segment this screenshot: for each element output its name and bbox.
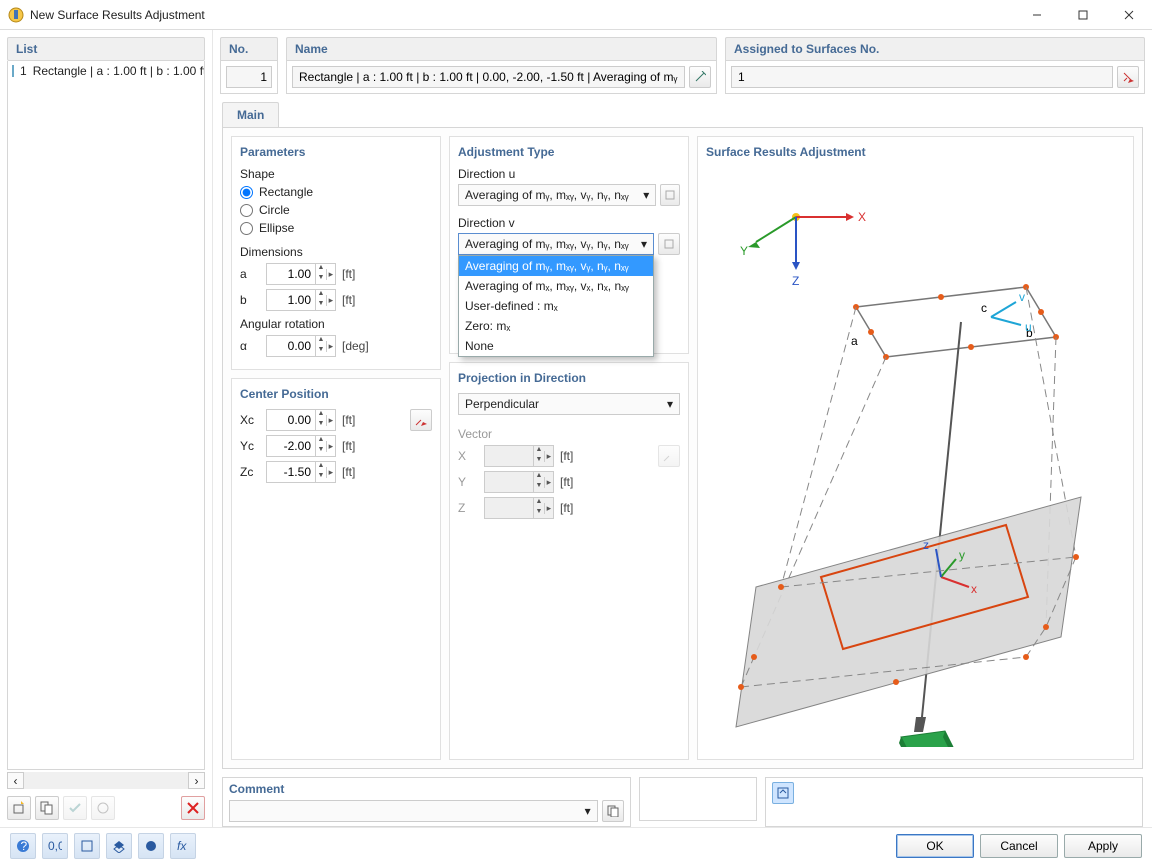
zc-input[interactable]: ▲▼▸ — [266, 461, 336, 483]
name-label: Name — [286, 37, 717, 61]
app-icon — [8, 7, 24, 23]
list-body[interactable]: 1 Rectangle | a : 1.00 ft | b : 1.00 ft — [7, 61, 205, 770]
preview-tools-box — [765, 777, 1143, 827]
svg-text:a: a — [851, 334, 858, 348]
assign-input[interactable] — [731, 66, 1113, 88]
svg-text:c: c — [981, 301, 987, 315]
cancel-button[interactable]: Cancel — [980, 834, 1058, 858]
svg-text:y: y — [959, 548, 965, 562]
projection-section: Projection in Direction Perpendicular▾ V… — [449, 362, 689, 760]
dirv-option[interactable]: None — [459, 336, 653, 356]
maximize-button[interactable] — [1060, 0, 1106, 30]
direction-v-select[interactable]: Averaging of mᵧ, mₓᵧ, vᵧ, nᵧ, nₓᵧ▾ — [458, 233, 654, 255]
svg-text:Z: Z — [792, 274, 799, 288]
fx-button[interactable]: fx — [170, 833, 196, 859]
list-hscroll[interactable]: ‹ › — [7, 772, 205, 789]
direction-v-edit-button[interactable] — [658, 233, 680, 255]
dirv-option[interactable]: Averaging of mᵧ, mₓᵧ, vᵧ, nᵧ, nₓᵧ — [459, 256, 653, 276]
list-item[interactable]: 1 Rectangle | a : 1.00 ft | b : 1.00 ft — [8, 61, 204, 81]
shape-circle-radio[interactable]: Circle — [240, 203, 432, 217]
parameters-section: Parameters Shape Rectangle Circle Ellips… — [231, 136, 441, 370]
pick-center-button[interactable] — [410, 409, 432, 431]
direction-u-edit-button[interactable] — [660, 184, 680, 206]
dirv-option[interactable]: Zero: mₓ — [459, 316, 653, 336]
help-button[interactable]: ? — [10, 833, 36, 859]
preview-section: Surface Results Adjustment X Y Z — [697, 136, 1134, 760]
list-item-swatch — [12, 65, 14, 77]
center-position-section: Center Position Xc ▲▼▸ [ft] Yc ▲▼▸ [ft] — [231, 378, 441, 760]
vec-x-input: ▲▼▸ — [484, 445, 554, 467]
preview-svg: X Y Z ab c u — [706, 167, 1106, 747]
svg-text:x: x — [971, 582, 977, 596]
svg-text:X: X — [858, 210, 866, 224]
titlebar: New Surface Results Adjustment — [0, 0, 1152, 30]
assign-label: Assigned to Surfaces No. — [725, 37, 1145, 61]
alpha-input[interactable]: ▲▼▸ — [266, 335, 336, 357]
direction-v-dropdown[interactable]: Averaging of mᵧ, mₓᵧ, vᵧ, nᵧ, nₓᵧ Averag… — [458, 255, 654, 357]
comment-section: Comment ▾ — [222, 777, 631, 827]
vec-y-input: ▲▼▸ — [484, 471, 554, 493]
scroll-right-button[interactable]: › — [188, 772, 205, 789]
dirv-option[interactable]: User-defined : mₓ — [459, 296, 653, 316]
comment-list-button[interactable] — [602, 800, 624, 822]
apply-button[interactable]: Apply — [1064, 834, 1142, 858]
copy-item-button[interactable] — [35, 796, 59, 820]
xc-input[interactable]: ▲▼▸ — [266, 409, 336, 431]
minimize-button[interactable] — [1014, 0, 1060, 30]
empty-box — [639, 777, 757, 821]
shape-ellipse-radio[interactable]: Ellipse — [240, 221, 432, 235]
vec-z-input: ▲▼▸ — [484, 497, 554, 519]
delete-button[interactable] — [181, 796, 205, 820]
render-button[interactable] — [138, 833, 164, 859]
projection-select[interactable]: Perpendicular▾ — [458, 393, 680, 415]
pick-surfaces-button[interactable] — [1117, 66, 1139, 88]
scroll-left-button[interactable]: ‹ — [7, 772, 24, 789]
tab-main[interactable]: Main — [222, 102, 279, 127]
adjustment-type-section: Adjustment Type Direction u Averaging of… — [449, 136, 689, 354]
name-input[interactable] — [292, 66, 685, 88]
svg-text:u: u — [1025, 320, 1032, 334]
comment-input[interactable]: ▾ — [229, 800, 598, 822]
direction-u-select[interactable]: Averaging of mᵧ, mₓᵧ, vᵧ, nᵧ, nₓᵧ▾ — [458, 184, 656, 206]
no-input[interactable] — [226, 66, 272, 88]
svg-text:v: v — [1019, 290, 1025, 304]
dim-a-input[interactable]: ▲▼▸ — [266, 263, 336, 285]
svg-text:?: ? — [21, 839, 28, 853]
svg-text:Y: Y — [740, 244, 748, 258]
list-header: List — [7, 37, 205, 61]
pick-vector-button — [658, 445, 680, 467]
preview-refresh-button[interactable] — [772, 782, 794, 804]
dirv-option[interactable]: Averaging of mₓ, mₓᵧ, vₓ, nₓ, nₓᵧ — [459, 276, 653, 296]
list-item-number: 1 — [20, 64, 27, 78]
settings-button[interactable] — [91, 796, 115, 820]
units-button[interactable]: 0,00 — [42, 833, 68, 859]
new-item-button[interactable] — [7, 796, 31, 820]
list-item-label: Rectangle | a : 1.00 ft | b : 1.00 ft — [33, 64, 205, 78]
dim-b-input[interactable]: ▲▼▸ — [266, 289, 336, 311]
close-button[interactable] — [1106, 0, 1152, 30]
edit-name-button[interactable] — [689, 66, 711, 88]
window-title: New Surface Results Adjustment — [30, 8, 1014, 22]
svg-text:0,00: 0,00 — [48, 839, 62, 853]
layers-button[interactable] — [106, 833, 132, 859]
svg-text:z: z — [923, 538, 929, 552]
svg-text:fx: fx — [177, 839, 187, 853]
check-button[interactable] — [63, 796, 87, 820]
yc-input[interactable]: ▲▼▸ — [266, 435, 336, 457]
no-label: No. — [220, 37, 278, 61]
shape-rectangle-radio[interactable]: Rectangle — [240, 185, 432, 199]
scroll-track[interactable] — [24, 772, 188, 789]
view-button[interactable] — [74, 833, 100, 859]
ok-button[interactable]: OK — [896, 834, 974, 858]
